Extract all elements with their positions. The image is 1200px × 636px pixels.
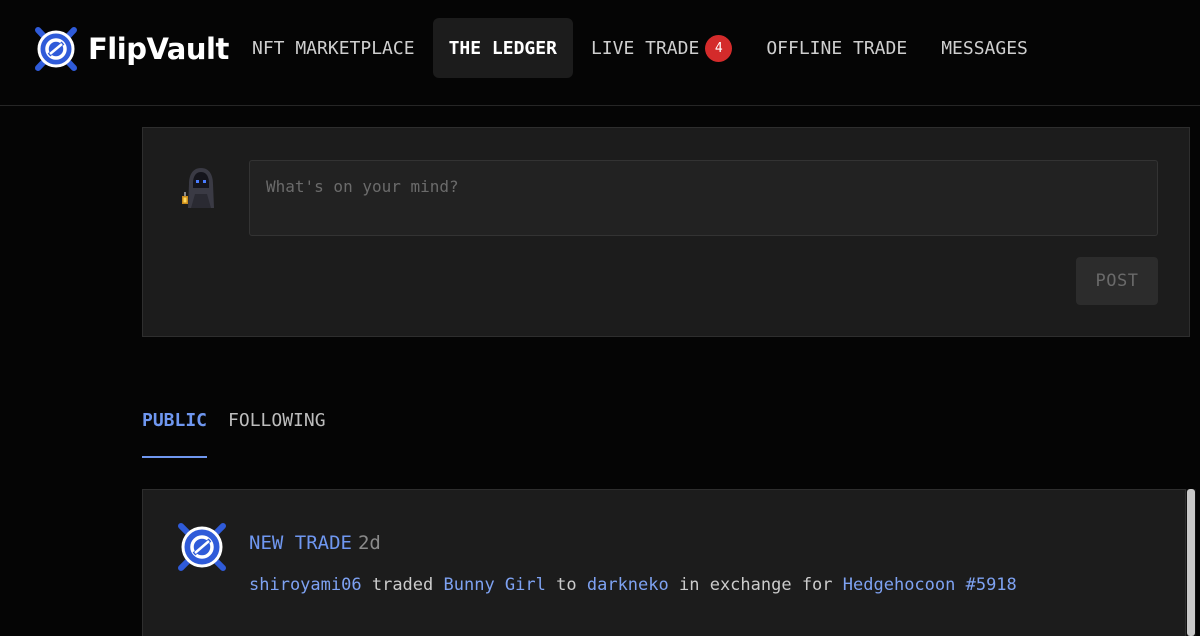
exchange-text: in exchange for (679, 575, 833, 595)
received-item-link[interactable]: Hedgehocoon #5918 (843, 575, 1017, 595)
feed-item-time: 2d (357, 532, 381, 554)
nav-live-trade[interactable]: LIVE TRADE 4 (575, 18, 748, 78)
feed-item-body: shiroyami06 traded Bunny Girl to darknek… (249, 575, 1017, 595)
tab-public[interactable]: PUBLIC (142, 402, 208, 458)
nav-label: NFT MARKETPLACE (252, 37, 415, 59)
nav-the-ledger[interactable]: THE LEDGER (432, 18, 573, 78)
feed-item: NEW TRADE 2d shiroyami06 traded Bunny Gir… (142, 489, 1186, 636)
nav-label: LIVE TRADE (590, 37, 700, 59)
brand-logo[interactable]: FlipVault (32, 24, 229, 74)
scrollbar-thumb[interactable] (1187, 489, 1195, 636)
main-nav: NFT MARKETPLACE THE LEDGER LIVE TRADE 4 … (236, 18, 1046, 78)
to-text: to (556, 575, 577, 595)
nav-offline-trade[interactable]: OFFLINE TRADE (750, 18, 923, 78)
traded-item-link[interactable]: Bunny Girl (444, 575, 546, 595)
flipvault-logo-icon (35, 27, 77, 71)
to-user-link[interactable]: darkneko (587, 575, 669, 595)
tab-following[interactable]: FOLLOWING (228, 402, 326, 458)
nav-label: OFFLINE TRADE (766, 37, 908, 59)
verb-text: traded (371, 575, 434, 595)
from-user-link[interactable]: shiroyami06 (249, 575, 362, 595)
feed-item-type: NEW TRADE (249, 532, 352, 554)
nav-label: MESSAGES (941, 37, 1028, 59)
page-scrollbar[interactable] (1186, 489, 1196, 636)
nav-nft-marketplace[interactable]: NFT MARKETPLACE (236, 18, 431, 78)
post-composer: POST (142, 127, 1190, 337)
post-input[interactable] (249, 160, 1158, 236)
flipvault-avatar-icon[interactable] (175, 520, 229, 574)
nav-messages[interactable]: MESSAGES (925, 18, 1044, 78)
feed-tabs: PUBLIC FOLLOWING (142, 402, 347, 458)
hooded-figure-lantern-icon (182, 168, 214, 208)
feed-item-header: NEW TRADE 2d (249, 532, 381, 554)
brand-name: FlipVault (88, 32, 229, 66)
post-button[interactable]: POST (1076, 257, 1158, 305)
nav-label: THE LEDGER (448, 37, 557, 59)
top-header: FlipVault NFT MARKETPLACE THE LEDGER LIV… (0, 0, 1200, 106)
live-trade-count-badge: 4 (705, 34, 733, 62)
